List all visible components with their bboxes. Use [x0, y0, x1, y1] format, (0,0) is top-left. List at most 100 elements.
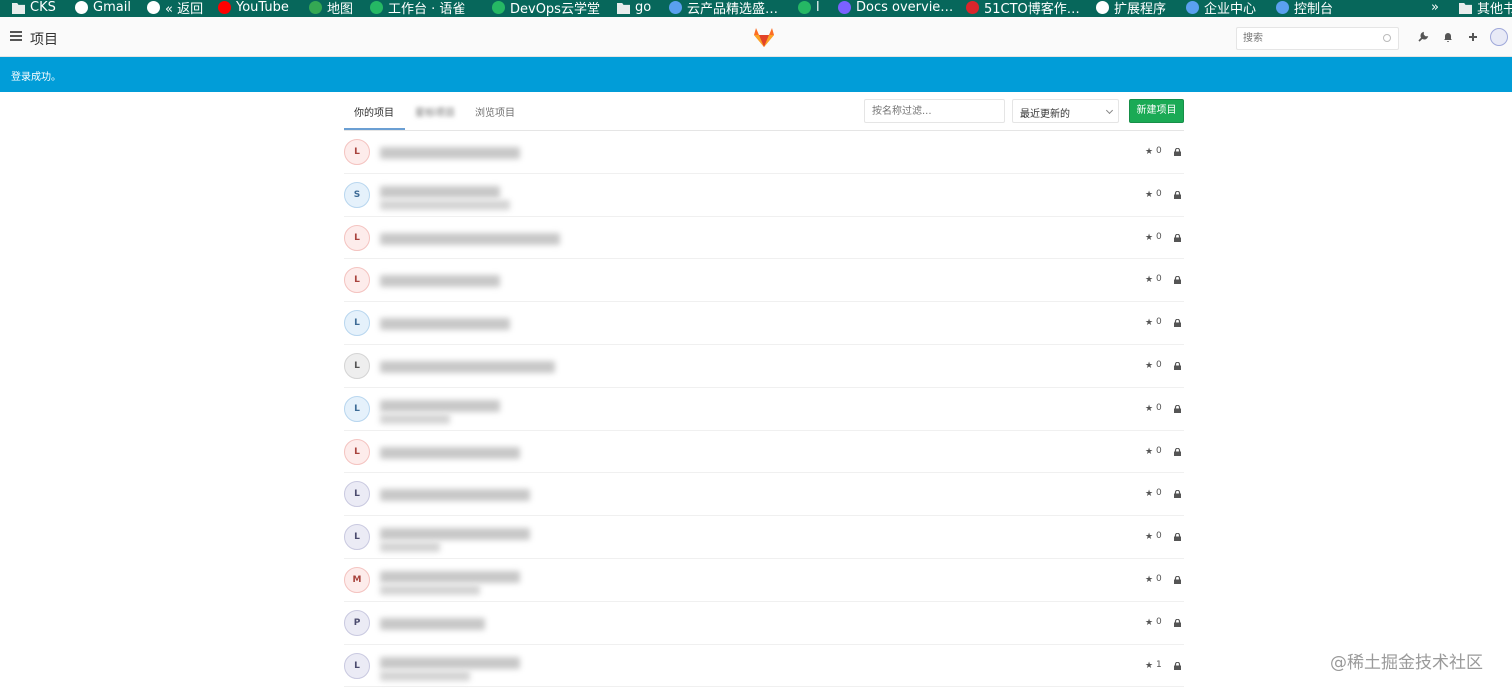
bookmark-item[interactable]: 其他书	[1459, 0, 1512, 17]
sort-dropdown[interactable]: 最近更新的	[1012, 99, 1119, 123]
star-icon: ★	[1145, 617, 1154, 628]
project-row[interactable]: L ★ 0	[344, 431, 1184, 474]
bell-icon[interactable]	[1442, 31, 1454, 43]
bookmark-item[interactable]: 地图	[309, 0, 353, 17]
project-avatar[interactable]: L	[344, 224, 370, 251]
bookmark-item[interactable]: 企业中心	[1186, 0, 1256, 17]
star-icon: ★	[1145, 532, 1154, 543]
bookmark-item[interactable]: « 返回	[147, 0, 203, 17]
project-avatar[interactable]: M	[344, 566, 370, 593]
project-name-redacted[interactable]	[380, 185, 500, 198]
project-row[interactable]: L ★ 0	[344, 473, 1184, 517]
project-name-redacted[interactable]	[380, 275, 500, 288]
active-tab-indicator	[344, 128, 405, 130]
bookmark-item[interactable]: 工作台 · 语雀	[370, 0, 465, 17]
project-avatar[interactable]: S	[344, 181, 370, 208]
bookmark-label: Docs overvie…	[856, 0, 954, 15]
project-avatar[interactable]: L	[344, 267, 370, 294]
tab-explore-projects[interactable]: 浏览项目	[475, 104, 515, 119]
docs-icon	[838, 1, 851, 14]
star-count: 0	[1156, 402, 1162, 413]
project-avatar[interactable]: L	[344, 438, 370, 465]
wrench-icon[interactable]	[1417, 31, 1429, 43]
project-avatar[interactable]: L	[344, 395, 370, 422]
project-row[interactable]: L ★ 0	[344, 516, 1184, 559]
star-count: 0	[1156, 573, 1162, 584]
project-avatar[interactable]: L	[344, 524, 370, 551]
bookmark-label: « 返回	[165, 2, 204, 17]
tab-your-projects[interactable]: 你的项目	[354, 104, 394, 119]
gitlab-logo-icon[interactable]	[752, 25, 776, 49]
project-name-redacted[interactable]	[380, 570, 520, 583]
project-name-redacted[interactable]	[380, 489, 530, 502]
filter-by-name-input[interactable]	[864, 99, 1005, 123]
plus-icon[interactable]	[1467, 31, 1479, 43]
project-avatar[interactable]: L	[344, 352, 370, 379]
bookmark-item[interactable]: Gmail	[75, 0, 131, 17]
bookmark-item[interactable]: 51CTO博客作…	[966, 0, 1080, 17]
star-icon: ★	[1145, 189, 1154, 200]
youtube-icon	[218, 1, 231, 14]
project-row[interactable]: P ★ 0	[344, 602, 1184, 645]
project-name-redacted[interactable]	[380, 656, 520, 669]
bookmark-item[interactable]: 云产品精选盛…	[669, 0, 778, 17]
bookmark-item[interactable]: go	[617, 0, 651, 17]
project-name-redacted[interactable]	[380, 446, 520, 459]
bookmark-item[interactable]: 扩展程序	[1096, 0, 1166, 17]
project-row[interactable]: L ★ 0	[344, 345, 1184, 388]
bookmark-label: DevOps云学堂	[510, 2, 600, 17]
star-count: 1	[1156, 659, 1162, 670]
bookmark-item[interactable]: Docs overvie…	[838, 0, 953, 17]
watermark: @稀土掘金技术社区	[1330, 653, 1483, 673]
bookmark-item[interactable]: DevOps云学堂	[492, 0, 600, 17]
project-name-redacted[interactable]	[380, 399, 500, 412]
bookmark-item[interactable]: 控制台	[1276, 0, 1333, 17]
flash-text: 登录成功。	[11, 72, 61, 83]
search-input[interactable]	[1236, 27, 1399, 50]
star-icon: ★	[1145, 147, 1154, 157]
bookmark-label: 企业中心	[1204, 2, 1257, 17]
star-icon: ★	[1145, 489, 1154, 500]
tab-starred-projects[interactable]: 星标项目	[415, 104, 455, 119]
project-row[interactable]: L ★ 0	[344, 259, 1184, 303]
devops-icon	[492, 1, 505, 14]
project-name-redacted[interactable]	[380, 147, 520, 159]
project-description-redacted	[380, 670, 470, 681]
project-row[interactable]: L ★ 0	[344, 388, 1184, 431]
project-name-redacted[interactable]	[380, 318, 510, 331]
project-row[interactable]: M ★ 0	[344, 559, 1184, 602]
user-avatar[interactable]	[1490, 28, 1508, 46]
project-avatar[interactable]: L	[344, 310, 370, 337]
new-project-button[interactable]: 新建项目	[1129, 99, 1184, 123]
project-avatar[interactable]: L	[344, 481, 370, 508]
chevron-down-icon	[1105, 106, 1114, 115]
project-name-redacted[interactable]	[380, 617, 485, 630]
project-row[interactable]: L ★ 0	[344, 131, 1184, 174]
folder-icon	[617, 2, 630, 14]
bookmark-item[interactable]: »	[1431, 0, 1439, 17]
globe-icon	[147, 1, 160, 14]
bookmark-item[interactable]: l	[798, 0, 820, 17]
project-row[interactable]: L ★ 0	[344, 217, 1184, 260]
project-avatar[interactable]: P	[344, 609, 370, 636]
maps-icon	[309, 1, 322, 14]
hamburger-menu-icon[interactable]	[10, 31, 22, 41]
bookmark-label: Gmail	[93, 0, 131, 15]
bookmark-item[interactable]: CKS	[12, 0, 56, 17]
star-icon: ★	[1145, 574, 1154, 585]
bookmark-item[interactable]: YouTube	[218, 0, 289, 17]
project-avatar[interactable]: L	[344, 652, 370, 679]
star-icon: ★	[1145, 318, 1154, 329]
bookmark-label: 扩展程序	[1114, 2, 1167, 17]
project-row[interactable]: L ★ 0	[344, 302, 1184, 345]
star-icon: ★	[1145, 403, 1154, 414]
bookmark-label: »	[1431, 0, 1439, 15]
project-row[interactable]: S ★ 0	[344, 174, 1184, 217]
lock-icon	[1174, 447, 1181, 456]
project-row[interactable]: L ★ 1	[344, 645, 1184, 688]
project-name-redacted[interactable]	[380, 528, 530, 541]
project-name-redacted[interactable]	[380, 232, 560, 245]
project-name-redacted[interactable]	[380, 360, 555, 373]
puzzle-icon	[1096, 1, 1109, 14]
project-avatar[interactable]: L	[344, 139, 370, 165]
